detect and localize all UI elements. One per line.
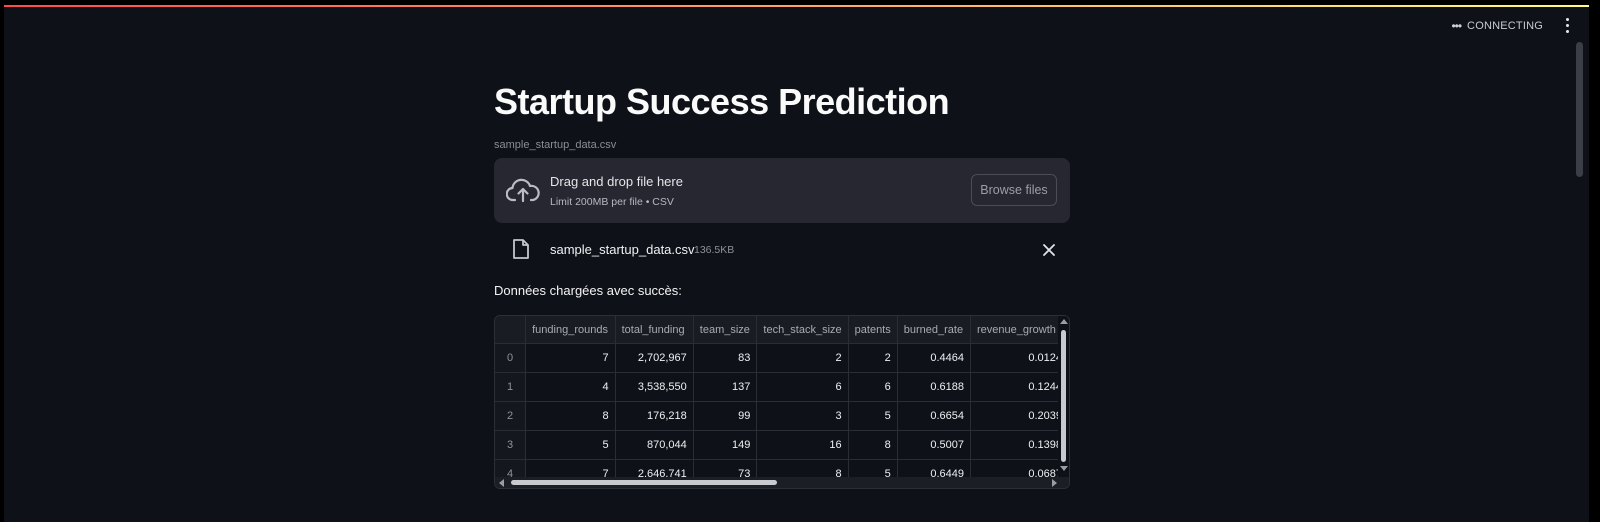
table-cell[interactable]: 7 — [525, 343, 616, 373]
table-horizontal-scrollbar[interactable] — [495, 477, 1069, 488]
scroll-left-arrow-icon[interactable] — [499, 479, 504, 487]
table-cell[interactable]: 0.1244 — [970, 372, 1069, 402]
table-cell[interactable]: 99 — [693, 401, 758, 431]
table-cell[interactable]: 83 — [693, 343, 758, 373]
page-scrollbar[interactable] — [1576, 42, 1583, 177]
table-cell[interactable]: 0.2039 — [970, 401, 1069, 431]
table-cell[interactable]: 0.6654 — [897, 401, 971, 431]
table-cell[interactable]: 8 — [525, 401, 616, 431]
dropzone-instructions: Drag and drop file here — [550, 174, 683, 189]
table-cell[interactable]: 0.4464 — [897, 343, 971, 373]
column-header[interactable]: total_funding — [615, 316, 694, 344]
table-cell[interactable]: 3,538,550 — [615, 372, 694, 402]
row-index[interactable]: 1 — [495, 372, 527, 402]
file-dropzone[interactable]: Drag and drop file here Limit 200MB per … — [494, 158, 1070, 223]
table-header-row: funding_rounds total_funding team_size t… — [495, 316, 1069, 344]
top-decoration-bar — [4, 5, 1589, 7]
column-header[interactable]: burned_rate — [897, 316, 971, 344]
row-index[interactable]: 0 — [495, 343, 527, 373]
table-row: 2 8 176,218 99 3 5 0.6654 0.2039 — [495, 401, 1069, 431]
table-cell[interactable]: 2 — [756, 343, 849, 373]
column-header[interactable]: tech_stack_size — [756, 316, 849, 344]
table-cell[interactable]: 16 — [756, 430, 849, 460]
browse-files-button[interactable]: Browse files — [971, 174, 1057, 206]
table-cell[interactable]: 6 — [848, 372, 898, 402]
table-cell[interactable]: 0.1398 — [970, 430, 1069, 460]
column-header-index[interactable] — [495, 316, 527, 344]
uploaded-file-name: sample_startup_data.csv — [550, 242, 695, 257]
table-cell[interactable]: 137 — [693, 372, 758, 402]
table-cell[interactable]: 149 — [693, 430, 758, 460]
column-header[interactable]: revenue_growth — [970, 316, 1069, 344]
column-header[interactable]: patents — [848, 316, 898, 344]
uploaded-file-size: 136.5KB — [694, 244, 735, 256]
success-message: Données chargées avec succès: — [494, 283, 682, 298]
dataframe[interactable]: funding_rounds total_funding team_size t… — [494, 315, 1070, 489]
table-row: 0 7 2,702,967 83 2 2 0.4464 0.0124 — [495, 343, 1069, 373]
column-header[interactable]: funding_rounds — [525, 316, 616, 344]
main-menu-icon[interactable] — [1561, 15, 1573, 35]
file-icon — [513, 239, 529, 259]
table-cell[interactable]: 8 — [848, 430, 898, 460]
row-index[interactable]: 2 — [495, 401, 527, 431]
row-index[interactable]: 3 — [495, 430, 527, 460]
running-dots-icon: ••• — [1451, 19, 1462, 33]
uploaded-file-item: sample_startup_data.csv 136.5KB — [494, 236, 1070, 266]
status-label: CONNECTING — [1467, 20, 1543, 32]
connection-status: ••• CONNECTING — [1451, 19, 1543, 33]
app-container: ••• CONNECTING Startup Success Predictio… — [4, 5, 1589, 522]
table-cell[interactable]: 2,702,967 — [615, 343, 694, 373]
table-cell[interactable]: 0.6188 — [897, 372, 971, 402]
table-cell[interactable]: 0.0124 — [970, 343, 1069, 373]
horizontal-scroll-thumb[interactable] — [511, 480, 777, 485]
scroll-up-arrow-icon[interactable] — [1060, 319, 1068, 324]
table-cell[interactable]: 3 — [756, 401, 849, 431]
data-table: funding_rounds total_funding team_size t… — [495, 316, 1069, 488]
scroll-down-arrow-icon[interactable] — [1060, 466, 1068, 471]
table-row: 3 5 870,044 149 16 8 0.5007 0.1398 — [495, 430, 1069, 460]
page-title: Startup Success Prediction — [494, 81, 950, 122]
close-icon[interactable] — [1042, 243, 1056, 257]
scroll-right-arrow-icon[interactable] — [1052, 479, 1057, 487]
table-cell[interactable]: 4 — [525, 372, 616, 402]
cloud-upload-icon — [506, 178, 540, 203]
table-row: 1 4 3,538,550 137 6 6 0.6188 0.1244 — [495, 372, 1069, 402]
table-cell[interactable]: 870,044 — [615, 430, 694, 460]
dropzone-limit: Limit 200MB per file • CSV — [550, 196, 674, 208]
table-cell[interactable]: 0.5007 — [897, 430, 971, 460]
table-cell[interactable]: 5 — [848, 401, 898, 431]
table-cell[interactable]: 6 — [756, 372, 849, 402]
vertical-scroll-thumb[interactable] — [1061, 330, 1066, 462]
table-cell[interactable]: 5 — [525, 430, 616, 460]
table-cell[interactable]: 2 — [848, 343, 898, 373]
table-cell[interactable]: 176,218 — [615, 401, 694, 431]
column-header[interactable]: team_size — [693, 316, 758, 344]
file-uploader-label: sample_startup_data.csv — [494, 139, 617, 151]
table-vertical-scrollbar[interactable] — [1058, 316, 1069, 478]
